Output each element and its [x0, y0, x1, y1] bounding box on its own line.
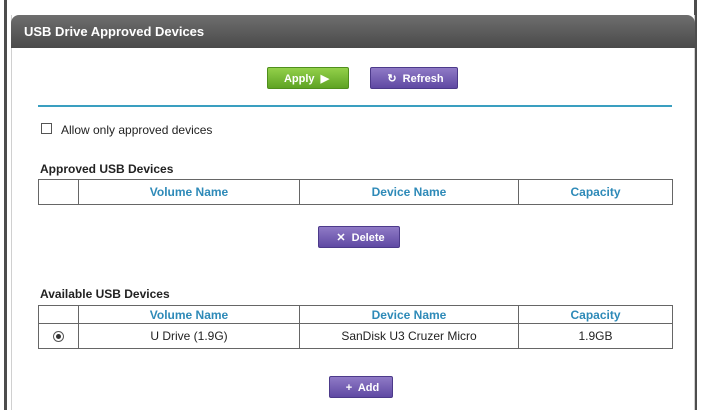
section-divider [38, 105, 672, 107]
capacity-header: Capacity [518, 305, 673, 324]
refresh-icon: ↻ [387, 73, 397, 85]
device-name-header: Device Name [299, 305, 519, 324]
capacity-header: Capacity [518, 179, 673, 205]
device-select-radio[interactable] [53, 331, 64, 343]
volume-name-header: Volume Name [78, 179, 300, 205]
content-panel [11, 15, 695, 410]
plus-icon: + [345, 382, 353, 394]
capacity-cell: 1.9GB [518, 323, 673, 349]
table-header-row: Volume Name Device Name Capacity [38, 305, 673, 324]
device-name-header: Device Name [299, 179, 519, 205]
add-button[interactable]: + Add [329, 376, 393, 398]
select-cell [38, 323, 79, 349]
allow-only-approved-label: Allow only approved devices [61, 123, 213, 137]
window-left-edge [4, 0, 7, 410]
apply-label: Apply [283, 73, 315, 85]
apply-button[interactable]: Apply ▶ [267, 67, 349, 89]
select-column-header [38, 179, 79, 205]
device-name-cell: SanDisk U3 Cruzer Micro [299, 323, 519, 349]
volume-name-cell: U Drive (1.9G) [78, 323, 300, 349]
approved-devices-table: Volume Name Device Name Capacity [38, 179, 673, 205]
approved-devices-title: Approved USB Devices [40, 162, 174, 176]
x-icon: ✕ [336, 232, 346, 244]
delete-button[interactable]: ✕ Delete [318, 226, 400, 248]
delete-label: Delete [351, 232, 385, 244]
table-row[interactable]: U Drive (1.9G) SanDisk U3 Cruzer Micro 1… [38, 323, 673, 349]
refresh-label: Refresh [402, 73, 444, 85]
play-icon: ▶ [320, 73, 330, 85]
table-header-row: Volume Name Device Name Capacity [38, 179, 673, 205]
allow-only-approved-checkbox[interactable] [41, 123, 52, 134]
refresh-button[interactable]: ↻ Refresh [370, 67, 458, 89]
available-devices-table: Volume Name Device Name Capacity U Drive… [38, 305, 673, 349]
available-devices-title: Available USB Devices [40, 287, 170, 301]
panel-title: USB Drive Approved Devices [11, 15, 695, 48]
volume-name-header: Volume Name [78, 305, 300, 324]
select-column-header [38, 305, 79, 324]
add-label: Add [357, 382, 380, 394]
